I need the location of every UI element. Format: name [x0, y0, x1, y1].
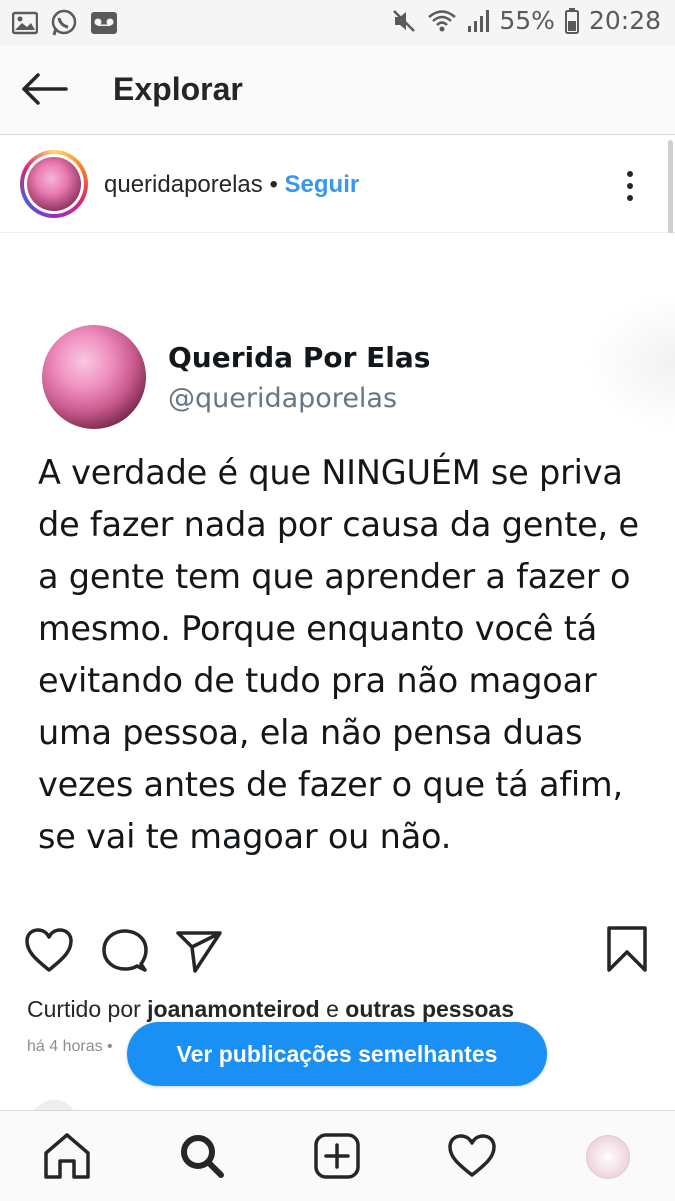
back-arrow-icon[interactable] [20, 71, 68, 107]
post-time: há 4 horas • [27, 1038, 113, 1055]
liked-by-joiner: e [326, 996, 339, 1022]
tweet-author-handle: @queridaporelas [168, 383, 398, 414]
liked-by-user[interactable]: joanamonteirod [147, 996, 320, 1022]
comment-preview [104, 1100, 224, 1110]
page-title: Explorar [113, 71, 243, 107]
bottom-nav [0, 1110, 675, 1201]
image-shadow [585, 293, 675, 433]
separator-dot: • [269, 171, 278, 198]
see-similar-posts-button[interactable]: Ver publicações semelhantes [127, 1022, 547, 1086]
tweet-avatar [42, 325, 146, 429]
liked-by-line: Curtido por joanamonteirod e outras pess… [27, 996, 514, 1023]
post-header: queridaporelas • Seguir [0, 135, 675, 233]
search-icon [181, 1135, 224, 1178]
follow-button[interactable]: Seguir [285, 171, 360, 198]
share-icon[interactable] [175, 929, 223, 973]
nav-activity[interactable] [445, 1129, 499, 1183]
tweet-text: A verdade é que NINGUÉM se priva de faze… [38, 453, 639, 856]
post-image[interactable]: Querida Por Elas @queridaporelas A verda… [0, 233, 675, 905]
wifi-icon [428, 9, 457, 31]
profile-icon[interactable] [586, 1135, 630, 1179]
home-icon [44, 1133, 90, 1179]
liked-by-prefix: Curtido por [27, 996, 141, 1022]
more-vertical-icon[interactable] [622, 170, 638, 202]
status-right: 55% 20:28 [391, 6, 661, 35]
nav-add[interactable] [310, 1129, 364, 1183]
app-bar: Explorar [0, 45, 675, 135]
liked-by-others[interactable]: outras pessoas [345, 996, 514, 1022]
status-bar: 55% 20:28 [0, 0, 675, 45]
post-username[interactable]: queridaporelas [104, 171, 263, 198]
voicemail-icon [91, 12, 117, 34]
comment-icon[interactable] [101, 928, 149, 974]
clock: 20:28 [588, 6, 661, 35]
nav-home[interactable] [40, 1129, 94, 1183]
battery-icon [564, 7, 579, 34]
image-icon [12, 11, 38, 35]
signal-icon [468, 9, 490, 32]
battery-percent: 55% [499, 6, 555, 35]
post-actions [0, 905, 675, 995]
tweet-author-name: Querida Por Elas [168, 341, 431, 374]
post-author-line: queridaporelas • Seguir [104, 171, 359, 199]
save-bookmark-icon[interactable] [606, 925, 648, 973]
whatsapp-icon [51, 9, 77, 36]
like-heart-icon[interactable] [24, 927, 74, 973]
nav-search[interactable] [175, 1129, 229, 1183]
author-avatar[interactable] [20, 150, 88, 218]
mute-icon [393, 9, 416, 32]
add-icon [314, 1133, 360, 1179]
status-left-icons [12, 9, 118, 37]
heart-icon [448, 1134, 496, 1177]
